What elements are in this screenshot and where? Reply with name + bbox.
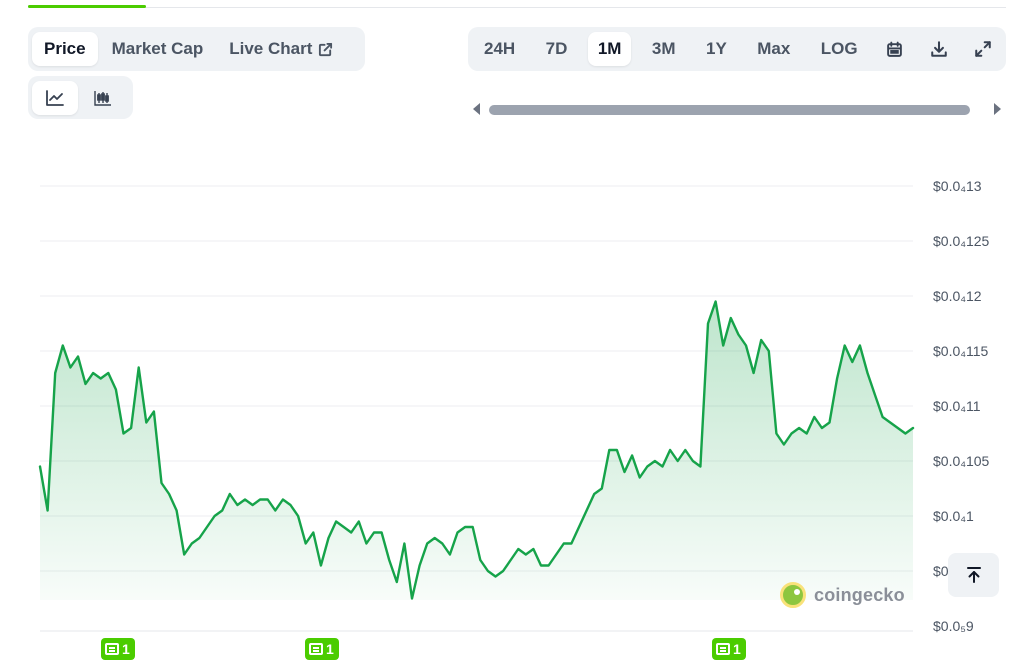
coingecko-watermark: coingecko: [780, 582, 905, 608]
coingecko-logo: [780, 582, 806, 608]
news-count: 1: [733, 641, 741, 657]
y-tick-label: $0.0₄125: [933, 233, 990, 249]
y-tick-label: $0.0₄12: [933, 288, 982, 304]
y-tick-label: $0.0₄13: [933, 178, 982, 194]
news-count: 1: [326, 641, 334, 657]
newspaper-icon: [105, 643, 119, 655]
news-marker[interactable]: 1: [101, 638, 135, 660]
y-tick-label: $0.0₄115: [933, 343, 988, 359]
price-chart: $0.0₄13 $0.0₄125 $0.0₄12 $0.0₄115 $0.0₄11 $0.…: [38, 178, 990, 634]
watermark-text: coingecko: [814, 584, 905, 605]
newspaper-icon: [309, 643, 323, 655]
price-area-fill: [40, 301, 913, 600]
arrow-up-to-line-icon: [966, 567, 981, 583]
scroll-to-top-button[interactable]: [948, 553, 999, 597]
news-count: 1: [122, 641, 130, 657]
y-tick-label: $0.0₄11: [933, 398, 981, 414]
newspaper-icon: [716, 643, 730, 655]
news-marker[interactable]: 1: [305, 638, 339, 660]
y-tick-label: $0.0₅9: [933, 618, 974, 634]
y-tick-label: $0.0₄105: [933, 453, 990, 469]
news-marker[interactable]: 1: [712, 638, 746, 660]
y-tick-label: $0.0₄1: [933, 508, 974, 524]
